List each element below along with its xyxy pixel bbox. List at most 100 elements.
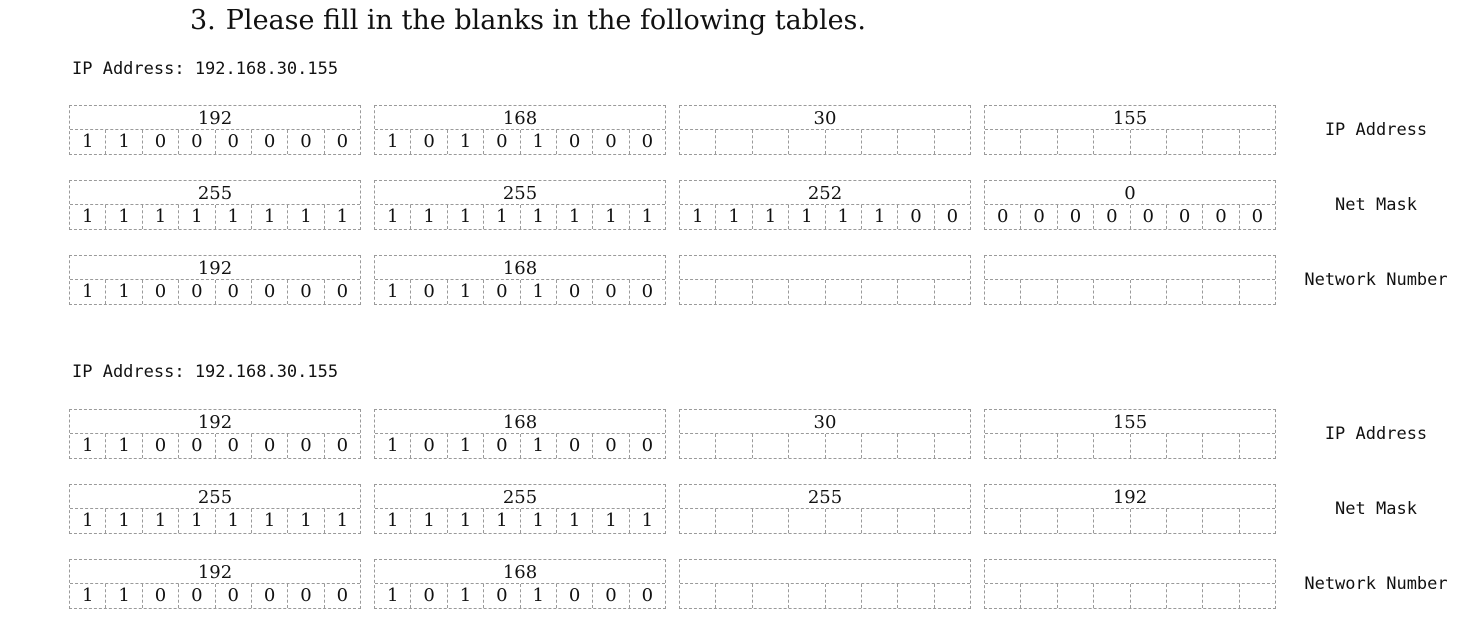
bit-cell[interactable]	[1165, 509, 1202, 533]
bit-cell[interactable]	[860, 509, 897, 533]
bit-cell[interactable]	[751, 434, 788, 458]
bit-cell: 0	[141, 584, 178, 608]
decimal-cell[interactable]	[680, 256, 970, 280]
bit-cell[interactable]	[680, 434, 715, 458]
bit-cell[interactable]	[1056, 280, 1093, 304]
bit-cell[interactable]	[985, 509, 1020, 533]
bit-cell[interactable]	[1129, 584, 1166, 608]
bit-cell[interactable]	[680, 130, 715, 154]
bit-cell[interactable]	[751, 280, 788, 304]
bit-cell: 0	[287, 130, 323, 154]
bit-cell[interactable]	[1165, 584, 1202, 608]
bit-cell[interactable]	[1056, 509, 1093, 533]
bit-cell[interactable]	[933, 509, 970, 533]
bit-cell[interactable]	[680, 509, 715, 533]
decimal-cell[interactable]	[680, 560, 970, 584]
bit-cell[interactable]	[824, 584, 861, 608]
bit-cell[interactable]	[1020, 130, 1056, 154]
bit-row: 10101000	[375, 434, 665, 458]
bit-cell[interactable]	[715, 434, 751, 458]
bit-cell[interactable]	[897, 280, 933, 304]
bit-cell[interactable]	[1165, 434, 1202, 458]
bit-cell[interactable]	[680, 584, 715, 608]
bit-cell[interactable]	[715, 584, 751, 608]
bit-cell[interactable]	[1165, 130, 1202, 154]
bit-cell[interactable]	[1202, 280, 1238, 304]
bit-cell[interactable]	[985, 434, 1020, 458]
bit-cell[interactable]	[933, 130, 970, 154]
bit-cell[interactable]	[824, 280, 861, 304]
bit-row	[680, 434, 970, 458]
bit-cell[interactable]	[715, 130, 751, 154]
bit-cell[interactable]	[788, 434, 824, 458]
bit-cell[interactable]	[1020, 584, 1056, 608]
bit-cell[interactable]	[1093, 434, 1129, 458]
bit-cell[interactable]	[1202, 130, 1238, 154]
bit-cell[interactable]	[1056, 130, 1093, 154]
bit-cell[interactable]	[860, 434, 897, 458]
bit-cell: 1	[519, 584, 556, 608]
bit-cell: 1	[323, 509, 360, 533]
octet-box: 255	[679, 484, 971, 534]
bit-cell[interactable]	[715, 280, 751, 304]
bit-cell[interactable]	[751, 584, 788, 608]
bit-cell[interactable]	[788, 509, 824, 533]
bit-cell[interactable]	[1093, 584, 1129, 608]
bit-cell[interactable]	[1238, 280, 1275, 304]
bit-cell[interactable]	[1093, 130, 1129, 154]
bit-cell[interactable]	[985, 280, 1020, 304]
bit-cell[interactable]	[1202, 584, 1238, 608]
bit-cell[interactable]	[751, 130, 788, 154]
bit-cell[interactable]	[715, 509, 751, 533]
decimal-cell[interactable]	[985, 256, 1275, 280]
bit-cell[interactable]	[1129, 130, 1166, 154]
bit-cell[interactable]	[751, 509, 788, 533]
bit-cell[interactable]	[897, 509, 933, 533]
bit-cell[interactable]	[788, 280, 824, 304]
bit-cell[interactable]	[1093, 509, 1129, 533]
octet-box: 255 1 1 1 1 1 1 1 1	[374, 484, 666, 534]
bit-cell[interactable]	[1202, 434, 1238, 458]
bit-cell[interactable]	[1165, 280, 1202, 304]
bit-row: 11111100	[680, 205, 970, 229]
bit-cell[interactable]	[1020, 509, 1056, 533]
bit-cell[interactable]	[1020, 434, 1056, 458]
bit-cell[interactable]	[933, 584, 970, 608]
bit-cell[interactable]	[1238, 509, 1275, 533]
decimal-cell: 255	[70, 485, 360, 509]
bit-cell: 0	[483, 584, 519, 608]
bit-cell[interactable]	[1129, 434, 1166, 458]
bit-row	[680, 280, 970, 304]
bit-cell[interactable]	[1202, 509, 1238, 533]
bit-cell[interactable]	[824, 509, 861, 533]
bit-cell[interactable]	[933, 280, 970, 304]
bit-cell[interactable]	[860, 130, 897, 154]
bit-cell[interactable]	[680, 280, 715, 304]
bit-cell[interactable]	[788, 130, 824, 154]
bit-cell[interactable]	[1056, 434, 1093, 458]
bit-cell[interactable]	[1020, 280, 1056, 304]
bit-row: 11000000	[70, 434, 360, 458]
bit-cell[interactable]	[1129, 509, 1166, 533]
bit-cell[interactable]	[1129, 280, 1166, 304]
bit-cell[interactable]	[824, 434, 861, 458]
decimal-cell[interactable]	[985, 560, 1275, 584]
bit-cell[interactable]	[1238, 130, 1275, 154]
bit-cell: 0	[1238, 205, 1275, 229]
bit-cell[interactable]	[860, 280, 897, 304]
bit-cell[interactable]	[897, 584, 933, 608]
bit-cell: 1	[386, 510, 399, 531]
bit-cell[interactable]	[897, 130, 933, 154]
bit-cell[interactable]	[788, 584, 824, 608]
bit-cell[interactable]	[985, 584, 1020, 608]
bit-cell[interactable]	[933, 434, 970, 458]
bit-cell[interactable]	[1238, 584, 1275, 608]
bit-cell[interactable]	[985, 130, 1020, 154]
bit-cell[interactable]	[860, 584, 897, 608]
bit-cell[interactable]	[897, 434, 933, 458]
bit-cell[interactable]	[1093, 280, 1129, 304]
bit-cell[interactable]	[1238, 434, 1275, 458]
ip-address-line: IP Address: 192.168.30.155	[72, 59, 339, 79]
bit-cell[interactable]	[1056, 584, 1093, 608]
bit-cell[interactable]	[824, 130, 861, 154]
